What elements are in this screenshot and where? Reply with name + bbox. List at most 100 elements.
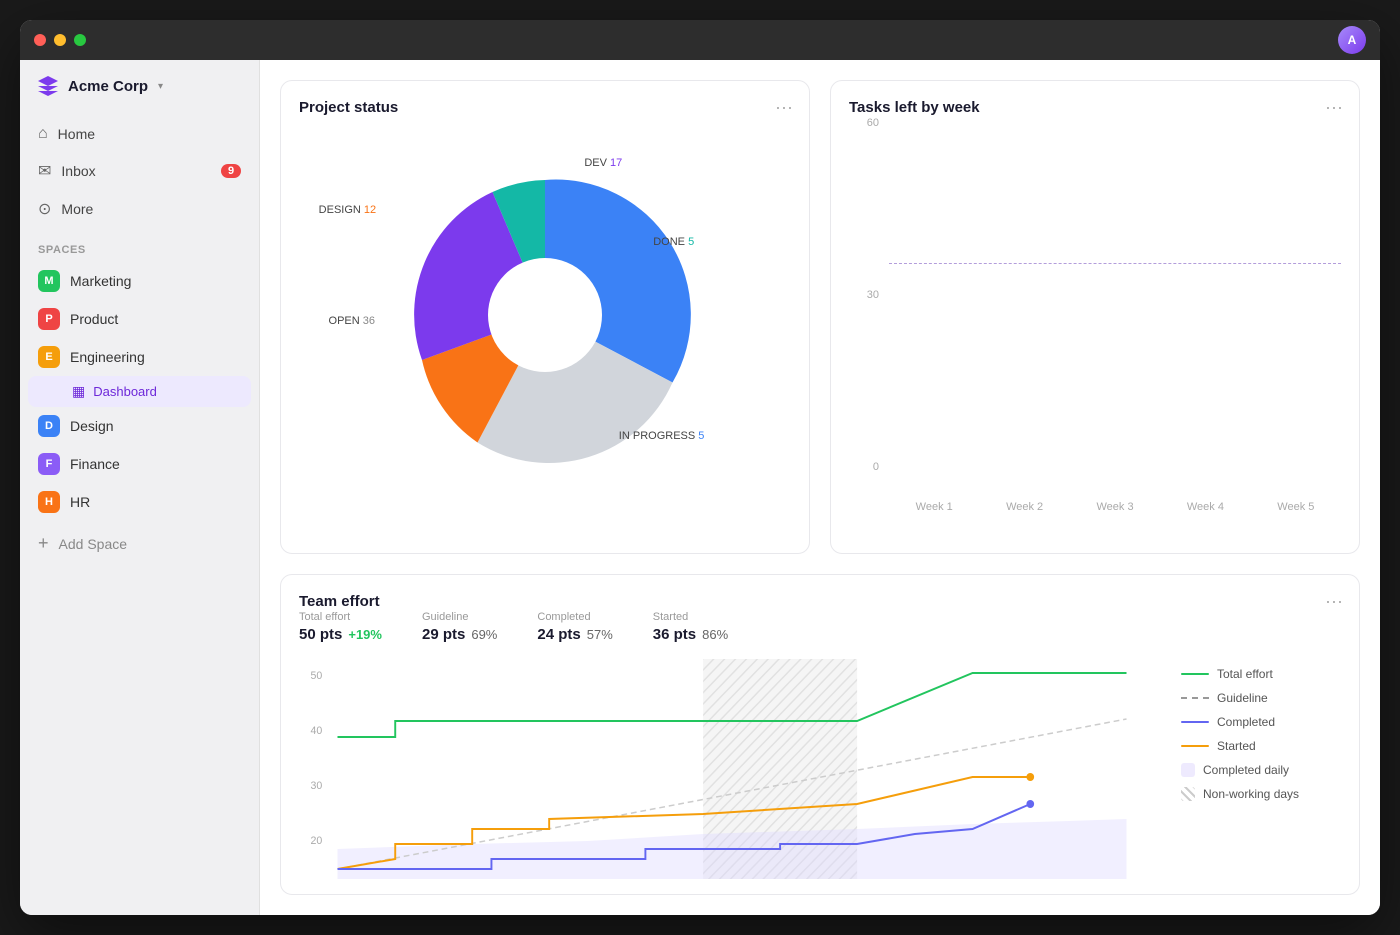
bar-x-week4: Week 4 xyxy=(1160,497,1250,513)
tasks-week-title: Tasks left by week xyxy=(849,99,980,116)
space-avatar-hr: H xyxy=(38,491,60,513)
spaces-section-label: Spaces xyxy=(20,232,259,262)
legend-completed-daily-box xyxy=(1181,763,1195,777)
bar-y-label-30: 30 xyxy=(867,289,879,301)
space-item-engineering[interactable]: E Engineering xyxy=(28,338,251,376)
space-label-design: Design xyxy=(70,418,114,434)
team-effort-title: Team effort xyxy=(299,593,380,610)
space-avatar-product: P xyxy=(38,308,60,330)
sidebar-item-more[interactable]: ⊙ More xyxy=(28,190,251,228)
stat-total-effort-label: Total effort xyxy=(299,611,382,623)
stat-completed-label: Completed xyxy=(537,611,612,623)
plus-icon: + xyxy=(38,533,49,554)
chevron-down-icon: ▾ xyxy=(158,81,163,92)
space-item-finance[interactable]: F Finance xyxy=(28,445,251,483)
line-chart-container: 50 40 30 20 xyxy=(299,659,1165,879)
stat-completed-pct: 57% xyxy=(587,627,613,642)
sidebar-subitem-dashboard[interactable]: ▦ Dashboard xyxy=(28,376,251,407)
legend-started-label: Started xyxy=(1217,739,1256,753)
legend-started: Started xyxy=(1181,739,1341,753)
tasks-week-menu[interactable]: ··· xyxy=(1325,97,1343,118)
stat-total-effort-change: +19% xyxy=(348,627,382,642)
add-space-button[interactable]: + Add Space xyxy=(20,525,259,562)
team-effort-stats: Total effort 50 pts +19% Guideline 29 pt… xyxy=(299,611,1341,643)
sidebar-item-home-label: Home xyxy=(58,126,95,142)
home-icon: ⌂ xyxy=(38,125,48,143)
stat-started: Started 36 pts 86% xyxy=(653,611,728,643)
legend-guideline-label: Guideline xyxy=(1217,691,1268,705)
svg-text:50: 50 xyxy=(311,670,323,682)
space-avatar-engineering: E xyxy=(38,346,60,368)
traffic-lights xyxy=(34,34,86,46)
bar-chart-area: 60 30 0 xyxy=(849,117,1341,497)
stat-guideline: Guideline 29 pts 69% xyxy=(422,611,497,643)
close-button[interactable] xyxy=(34,34,46,46)
legend-started-line xyxy=(1181,745,1209,747)
stat-total-effort-value: 50 pts xyxy=(299,626,342,643)
space-item-design[interactable]: D Design xyxy=(28,407,251,445)
legend-total-effort-label: Total effort xyxy=(1217,667,1273,681)
top-row: Project status ··· xyxy=(280,80,1360,554)
svg-text:30: 30 xyxy=(311,780,323,792)
inbox-badge: 9 xyxy=(221,164,241,178)
legend-guideline: Guideline xyxy=(1181,691,1341,705)
stat-started-pct: 86% xyxy=(702,627,728,642)
stat-total-effort: Total effort 50 pts +19% xyxy=(299,611,382,643)
team-effort-body: 50 40 30 20 xyxy=(299,659,1341,879)
legend-guideline-dash xyxy=(1181,697,1209,699)
bar-y-label-0: 0 xyxy=(873,461,879,473)
bar-y-axis: 60 30 0 xyxy=(849,117,885,473)
spaces-list: M Marketing P Product E Engineering ▦ Da… xyxy=(20,262,259,521)
user-avatar[interactable]: A xyxy=(1338,26,1366,54)
stat-guideline-pct: 69% xyxy=(471,627,497,642)
chart-legend: Total effort Guideline Completed St xyxy=(1181,659,1341,879)
legend-completed-line xyxy=(1181,721,1209,723)
project-status-menu[interactable]: ··· xyxy=(775,97,793,118)
minimize-button[interactable] xyxy=(54,34,66,46)
svg-text:40: 40 xyxy=(311,725,323,737)
company-header[interactable]: Acme Corp ▾ xyxy=(20,60,259,112)
legend-completed-label: Completed xyxy=(1217,715,1275,729)
bar-x-week5: Week 5 xyxy=(1251,497,1341,513)
bar-y-label-60: 60 xyxy=(867,117,879,129)
bar-x-week2: Week 2 xyxy=(979,497,1069,513)
stat-completed-value: 24 pts xyxy=(537,626,580,643)
space-avatar-finance: F xyxy=(38,453,60,475)
bar-chart-container: 60 30 0 xyxy=(849,117,1341,513)
legend-total-effort: Total effort xyxy=(1181,667,1341,681)
legend-non-working-label: Non-working days xyxy=(1203,787,1299,801)
space-label-hr: HR xyxy=(70,494,90,510)
stat-guideline-label: Guideline xyxy=(422,611,497,623)
team-effort-card: Team effort ··· Total effort 50 pts +19%… xyxy=(280,574,1360,895)
sidebar-item-inbox[interactable]: ✉ Inbox 9 xyxy=(28,152,251,190)
pie-chart xyxy=(395,165,695,465)
stat-started-label: Started xyxy=(653,611,728,623)
space-item-product[interactable]: P Product xyxy=(28,300,251,338)
sidebar: Acme Corp ▾ ⌂ Home ✉ Inbox 9 ⊙ More Spa xyxy=(20,60,260,915)
stat-completed: Completed 24 pts 57% xyxy=(537,611,612,643)
pie-chart-container: DEV 17 DONE 5 IN PROGRESS 5 OPEN 36 xyxy=(299,117,791,513)
bar-x-week1: Week 1 xyxy=(889,497,979,513)
sidebar-item-more-label: More xyxy=(61,201,93,217)
space-item-hr[interactable]: H HR xyxy=(28,483,251,521)
space-label-engineering: Engineering xyxy=(70,349,145,365)
project-status-card: Project status ··· xyxy=(280,80,810,554)
maximize-button[interactable] xyxy=(74,34,86,46)
app-window: A Acme Corp ▾ ⌂ Home ✉ Inbox 9 xyxy=(20,20,1380,915)
sidebar-item-inbox-label: Inbox xyxy=(61,163,95,179)
space-label-finance: Finance xyxy=(70,456,120,472)
stat-guideline-value: 29 pts xyxy=(422,626,465,643)
tasks-week-card: Tasks left by week ··· 60 30 0 xyxy=(830,80,1360,554)
company-logo-icon xyxy=(36,74,60,98)
sidebar-subitem-dashboard-label: Dashboard xyxy=(93,384,157,399)
titlebar: A xyxy=(20,20,1380,60)
pie-label-open: OPEN 36 xyxy=(329,315,375,327)
svg-text:20: 20 xyxy=(311,835,323,847)
team-effort-menu[interactable]: ··· xyxy=(1325,591,1343,612)
more-icon: ⊙ xyxy=(38,199,51,219)
legend-completed: Completed xyxy=(1181,715,1341,729)
sidebar-item-home[interactable]: ⌂ Home xyxy=(28,116,251,152)
bar-x-labels: Week 1 Week 2 Week 3 Week 4 Week 5 xyxy=(849,497,1341,513)
space-item-marketing[interactable]: M Marketing xyxy=(28,262,251,300)
sidebar-nav: ⌂ Home ✉ Inbox 9 ⊙ More xyxy=(20,112,259,232)
